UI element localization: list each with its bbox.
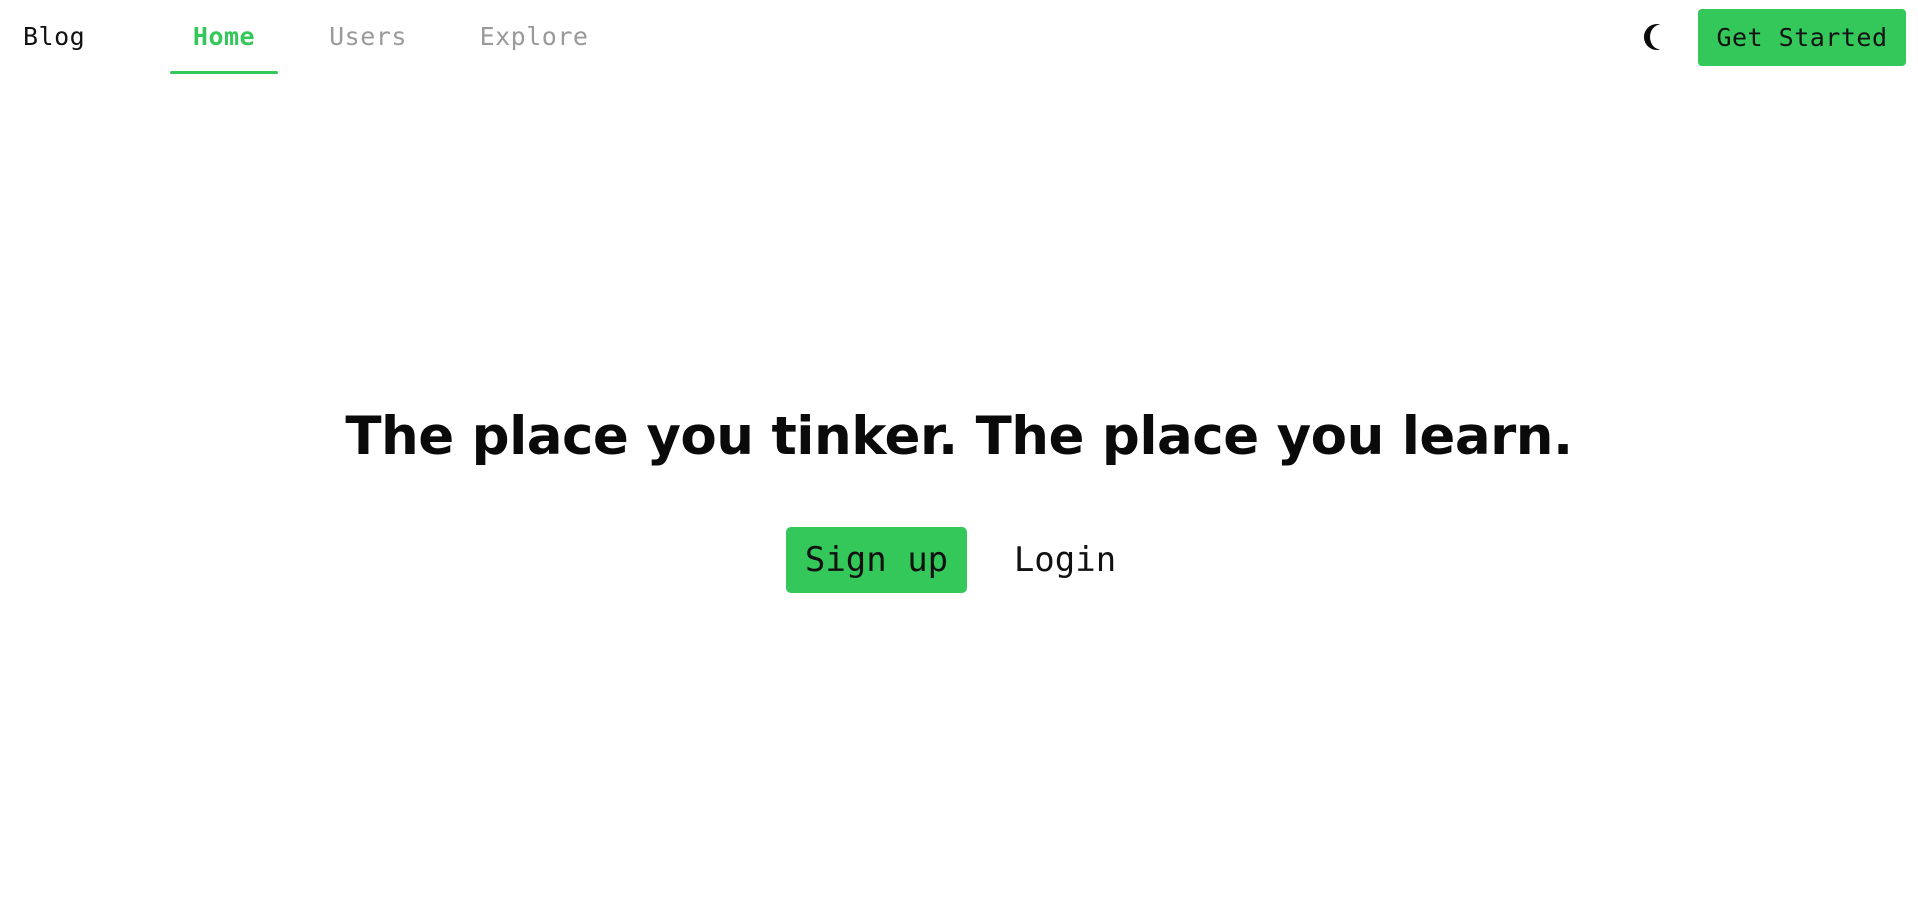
tab-explore-label: Explore <box>479 22 589 51</box>
brand-link[interactable]: Blog <box>23 22 85 52</box>
login-button[interactable]: Login <box>1000 527 1130 593</box>
top-navigation: Blog Home Users Explore Get Started <box>0 0 1918 74</box>
active-tab-indicator <box>170 71 278 74</box>
tab-home-label: Home <box>192 22 256 51</box>
hero-title: The place you tinker. The place you lear… <box>345 406 1573 467</box>
get-started-button[interactable]: Get Started <box>1698 9 1906 66</box>
moon-icon <box>1643 24 1661 50</box>
tab-users[interactable]: Users <box>320 0 416 74</box>
sign-up-button[interactable]: Sign up <box>786 527 967 593</box>
tab-users-label: Users <box>329 22 407 51</box>
theme-toggle-button[interactable] <box>1640 21 1672 53</box>
tab-explore[interactable]: Explore <box>474 0 594 74</box>
tab-home[interactable]: Home <box>170 0 278 74</box>
